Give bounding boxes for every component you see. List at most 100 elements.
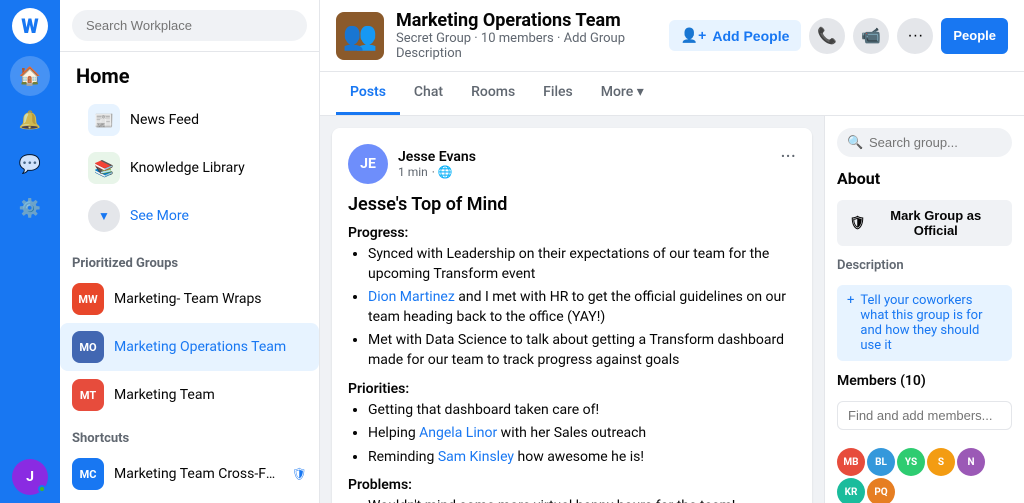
sidebar-group-mkt-wraps[interactable]: MW Marketing- Team Wraps (60, 275, 319, 323)
sidebar-home-title: Home (76, 64, 303, 88)
post-progress-item-1: Dion Martinez and I met with HR to get t… (368, 288, 796, 327)
dion-martinez-link[interactable]: Dion Martinez (368, 289, 455, 305)
nav-chat-btn[interactable]: 💬 (10, 144, 50, 184)
post-priority-item-2: Reminding Sam Kinsley how awesome he is! (368, 448, 796, 468)
post-author-avatar: JE (348, 144, 388, 184)
sidebar-item-knowledge-library[interactable]: 📚 Knowledge Library (76, 144, 303, 192)
group-avatar-mkt-team: MT (72, 379, 104, 411)
call-button[interactable]: 📞 (809, 18, 845, 54)
group-header-actions: 👤+ Add People 📞 📹 ··· People (669, 18, 1008, 54)
sidebar-newsfeed-label: News Feed (130, 112, 199, 128)
group-avatar-mkt-wraps: MW (72, 283, 104, 315)
member-avatar-3: S (927, 448, 955, 476)
post-header: JE Jesse Evans 1 min · 🌐 (348, 144, 796, 184)
group-tabs: Posts Chat Rooms Files More ▾ (320, 72, 1024, 116)
add-people-button[interactable]: 👤+ Add People (669, 20, 802, 51)
post-progress-list: Synced with Leadership on their expectat… (348, 245, 796, 371)
sam-kinsley-link[interactable]: Sam Kinsley (438, 449, 514, 465)
sidebar-group-mkt-ops[interactable]: MO Marketing Operations Team (60, 323, 319, 371)
online-status-dot (38, 485, 46, 493)
sidebar-shortcut-inar[interactable]: IN INAR Team (60, 498, 319, 503)
sidebar-item-newsfeed[interactable]: 📰 News Feed (76, 96, 303, 144)
center-and-right: 👥 Marketing Operations Team Secret Group… (320, 0, 1024, 503)
member-avatar-5: KR (837, 478, 865, 503)
plus-icon: + (847, 293, 854, 353)
member-avatar-4: N (957, 448, 985, 476)
right-search-area: 🔍 (837, 128, 1012, 157)
post-progress-label: Progress: (348, 225, 796, 241)
tab-posts[interactable]: Posts (336, 72, 400, 115)
add-people-icon: 👤+ (681, 27, 707, 44)
sidebar-search-area (60, 0, 319, 52)
shortcut-avatar-mkt-cross: MC (72, 458, 104, 490)
member-avatar-6: PQ (867, 478, 895, 503)
nav-notifications-btn[interactable]: 🔔 (10, 100, 50, 140)
see-more-arrow-icon: ▼ (88, 200, 120, 232)
sidebar-search-input[interactable] (72, 10, 307, 41)
right-panel: 🔍 About 🛡 Mark Group as Official Descrip… (824, 116, 1024, 503)
nav-home-btn[interactable]: 🏠 (10, 56, 50, 96)
sidebar-home-section: Home 📰 News Feed 📚 Knowledge Library ▼ S… (60, 52, 319, 244)
group-header: 👥 Marketing Operations Team Secret Group… (320, 0, 1024, 72)
nav-user-avatar[interactable]: J (12, 459, 48, 495)
group-header-subtitle: Secret Group · 10 members · Add Group De… (396, 31, 657, 61)
member-avatar-0: MB (837, 448, 865, 476)
post-time: 1 min · 🌐 (398, 165, 476, 179)
shortcut-label-mkt-cross: Marketing Team Cross-Function... (114, 466, 282, 482)
tab-files[interactable]: Files (529, 72, 587, 115)
post-menu-button[interactable]: ··· (780, 144, 796, 168)
people-button[interactable]: People (941, 18, 1008, 54)
app-logo[interactable]: W (12, 8, 48, 44)
right-search-icon: 🔍 (847, 135, 863, 150)
feed-container: JE Jesse Evans 1 min · 🌐 ··· Jesse's Top… (320, 116, 824, 503)
prioritized-groups-title: Prioritized Groups (60, 244, 319, 275)
more-actions-button[interactable]: ··· (897, 18, 933, 54)
post-problem-item-0: Wouldn't mind some more virtual happy ho… (368, 497, 796, 503)
tab-chat[interactable]: Chat (400, 72, 457, 115)
description-label: Description (837, 258, 1012, 273)
description-hint-text: Tell your coworkers what this group is f… (860, 293, 1002, 353)
nav-settings-btn[interactable]: ⚙️ (10, 188, 50, 228)
post-title: Jesse's Top of Mind (348, 194, 796, 215)
about-title: About (837, 169, 1012, 188)
post-priorities-label: Priorities: (348, 381, 796, 397)
angela-linor-link[interactable]: Angela Linor (419, 425, 497, 441)
group-header-name: Marketing Operations Team (396, 10, 657, 31)
post-author-name: Jesse Evans (398, 149, 476, 165)
knowledge-library-icon: 📚 (88, 152, 120, 184)
tab-rooms[interactable]: Rooms (457, 72, 529, 115)
post-priorities-list: Getting that dashboard taken care of! He… (348, 401, 796, 468)
member-avatar-1: BL (867, 448, 895, 476)
sidebar-group-mkt-team[interactable]: MT Marketing Team (60, 371, 319, 419)
video-button[interactable]: 📹 (853, 18, 889, 54)
group-label-mkt-ops: Marketing Operations Team (114, 339, 286, 355)
mark-official-label: Mark Group as Official (872, 208, 1000, 238)
post-problems-label: Problems: (348, 477, 796, 493)
tab-more[interactable]: More ▾ (587, 72, 658, 115)
group-label-mkt-team: Marketing Team (114, 387, 215, 403)
sidebar: Home 📰 News Feed 📚 Knowledge Library ▼ S… (60, 0, 320, 503)
mark-official-button[interactable]: 🛡 Mark Group as Official (837, 200, 1012, 246)
group-label-mkt-wraps: Marketing- Team Wraps (114, 291, 262, 307)
see-more-label: See More (130, 208, 189, 224)
description-hint[interactable]: + Tell your coworkers what this group is… (837, 285, 1012, 361)
content-row: JE Jesse Evans 1 min · 🌐 ··· Jesse's Top… (320, 116, 1024, 503)
shield-icon: 🛡 (849, 215, 866, 231)
post-progress-item-0: Synced with Leadership on their expectat… (368, 245, 796, 284)
find-members-input[interactable] (837, 401, 1012, 430)
post-progress-item-2: Met with Data Science to talk about gett… (368, 331, 796, 370)
add-people-label: Add People (712, 28, 789, 44)
group-header-info: Marketing Operations Team Secret Group ·… (396, 10, 657, 61)
feed-column: JE Jesse Evans 1 min · 🌐 ··· Jesse's Top… (320, 116, 824, 503)
right-search-input[interactable] (837, 128, 1012, 157)
group-header-avatar: 👥 (336, 12, 384, 60)
shortcut-badge-mkt-cross: 🛡 (292, 467, 307, 481)
sidebar-see-more[interactable]: ▼ See More (76, 192, 303, 240)
sidebar-shortcut-mkt-cross[interactable]: MC Marketing Team Cross-Function... 🛡 (60, 450, 319, 498)
newsfeed-icon: 📰 (88, 104, 120, 136)
shortcuts-title: Shortcuts (60, 419, 319, 450)
post-priority-item-1: Helping Angela Linor with her Sales outr… (368, 424, 796, 444)
members-section-title: Members (10) (837, 373, 1012, 389)
post-card: JE Jesse Evans 1 min · 🌐 ··· Jesse's Top… (332, 128, 812, 503)
post-priority-item-0: Getting that dashboard taken care of! (368, 401, 796, 421)
